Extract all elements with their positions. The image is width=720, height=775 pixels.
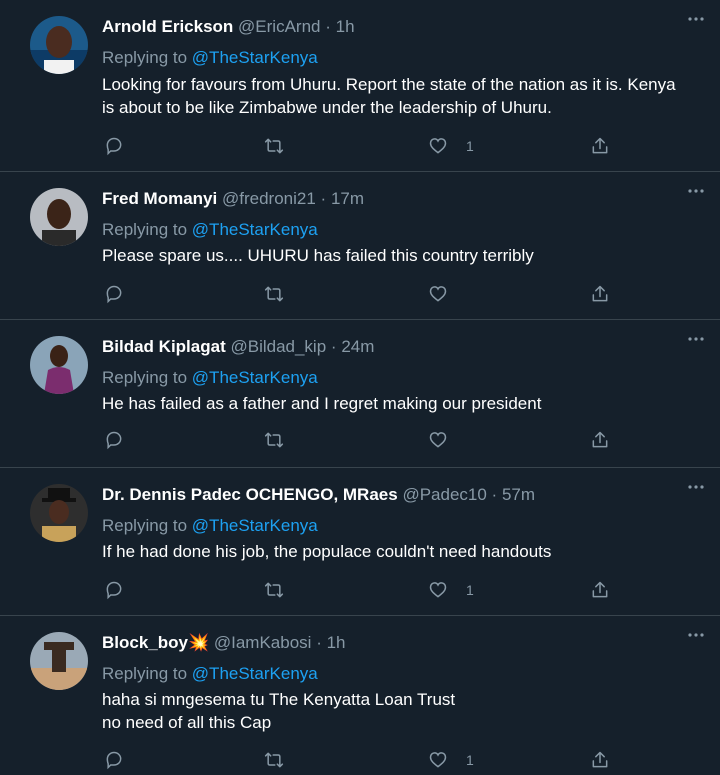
timestamp[interactable]: 1h — [336, 17, 355, 36]
replying-to: Replying to @TheStarKenya — [102, 48, 318, 67]
avatar[interactable] — [30, 336, 88, 394]
reply-icon — [106, 751, 122, 770]
like-button[interactable]: 1 — [428, 578, 474, 602]
retweet-button[interactable] — [264, 134, 284, 158]
more-icon[interactable] — [686, 628, 706, 642]
like-button[interactable] — [428, 282, 466, 306]
tweet[interactable]: Block_boy💥 @IamKabosi · 1h Replying to @… — [0, 616, 720, 775]
timestamp[interactable]: 57m — [502, 485, 535, 504]
reply-button[interactable] — [104, 134, 124, 158]
more-icon[interactable] — [686, 12, 706, 26]
avatar[interactable] — [30, 484, 88, 542]
timestamp[interactable]: 24m — [341, 337, 374, 356]
like-button[interactable]: 1 — [428, 134, 474, 158]
display-name[interactable]: Dr. Dennis Padec OCHENGO, MRaes — [102, 485, 398, 504]
reply-icon — [106, 581, 122, 600]
tweet[interactable]: Fred Momanyi @fredroni21 · 17m Replying … — [0, 172, 720, 320]
like-icon — [429, 752, 447, 768]
timestamp[interactable]: 1h — [327, 633, 346, 652]
share-button[interactable] — [590, 748, 610, 772]
share-icon — [592, 285, 608, 302]
share-icon — [592, 137, 608, 154]
reply-button[interactable] — [104, 282, 124, 306]
replying-to: Replying to @TheStarKenya — [102, 368, 318, 387]
like-icon — [429, 138, 447, 154]
tweet-header: Fred Momanyi @fredroni21 · 17m — [102, 189, 365, 208]
mention-link[interactable]: @TheStarKenya — [192, 220, 318, 239]
retweet-button[interactable] — [264, 428, 284, 452]
reply-button[interactable] — [104, 748, 124, 772]
tweet-text: haha si mngesema tu The Kenyatta Loan Tr… — [102, 690, 456, 732]
avatar[interactable] — [30, 188, 88, 246]
display-name[interactable]: Arnold Erickson — [102, 17, 233, 36]
mention-link[interactable]: @TheStarKenya — [192, 516, 318, 535]
replying-to: Replying to @TheStarKenya — [102, 664, 318, 683]
tweet-header: Bildad Kiplagat @Bildad_kip · 24m — [102, 337, 375, 356]
share-button[interactable] — [590, 282, 610, 306]
tweet-header: Arnold Erickson @EricArnd · 1h — [102, 17, 355, 36]
more-icon[interactable] — [686, 184, 706, 198]
retweet-button[interactable] — [264, 282, 284, 306]
replying-to: Replying to @TheStarKenya — [102, 516, 318, 535]
share-icon — [592, 431, 608, 448]
share-icon — [592, 751, 608, 768]
tweet-text: Please spare us.... UHURU has failed thi… — [102, 246, 534, 265]
retweet-icon — [264, 432, 284, 448]
like-count: 1 — [466, 582, 474, 598]
user-handle[interactable]: @IamKabosi — [214, 633, 312, 652]
tweet-header: Block_boy💥 @IamKabosi · 1h — [102, 633, 346, 652]
retweet-icon — [264, 752, 284, 768]
tweet-text: If he had done his job, the populace cou… — [102, 542, 552, 561]
tweet-actions: 1 — [102, 578, 622, 602]
reply-button[interactable] — [104, 428, 124, 452]
display-name[interactable]: Fred Momanyi — [102, 189, 217, 208]
retweet-icon — [264, 582, 284, 598]
reply-icon — [106, 137, 122, 156]
reply-icon — [106, 285, 122, 304]
mention-link[interactable]: @TheStarKenya — [192, 368, 318, 387]
tweet-actions — [102, 282, 622, 306]
user-handle[interactable]: @Bildad_kip — [230, 337, 326, 356]
user-handle[interactable]: @fredroni21 — [222, 189, 316, 208]
tweet-text: Looking for favours from Uhuru. Report t… — [102, 75, 676, 117]
like-icon — [429, 582, 447, 598]
mention-link[interactable]: @TheStarKenya — [192, 48, 318, 67]
share-button[interactable] — [590, 428, 610, 452]
like-button[interactable] — [428, 428, 466, 452]
more-icon[interactable] — [686, 480, 706, 494]
tweet-actions: 1 — [102, 748, 622, 772]
like-icon — [429, 286, 447, 302]
reply-button[interactable] — [104, 578, 124, 602]
retweet-icon — [264, 286, 284, 302]
display-name[interactable]: Block_boy💥 — [102, 633, 209, 652]
share-icon — [592, 581, 608, 598]
tweet-header: Dr. Dennis Padec OCHENGO, MRaes @Padec10… — [102, 485, 536, 504]
mention-link[interactable]: @TheStarKenya — [192, 664, 318, 683]
tweet-text: He has failed as a father and I regret m… — [102, 394, 542, 413]
like-icon — [429, 432, 447, 448]
like-count: 1 — [466, 752, 474, 768]
user-handle[interactable]: @EricArnd — [238, 17, 320, 36]
timestamp[interactable]: 17m — [331, 189, 364, 208]
retweet-button[interactable] — [264, 748, 284, 772]
retweet-icon — [264, 138, 284, 154]
like-count: 1 — [466, 138, 474, 154]
tweet[interactable]: Bildad Kiplagat @Bildad_kip · 24m Replyi… — [0, 320, 720, 468]
share-button[interactable] — [590, 134, 610, 158]
retweet-button[interactable] — [264, 578, 284, 602]
share-button[interactable] — [590, 578, 610, 602]
tweet[interactable]: Dr. Dennis Padec OCHENGO, MRaes @Padec10… — [0, 468, 720, 616]
user-handle[interactable]: @Padec10 — [402, 485, 486, 504]
tweet-actions — [102, 428, 622, 452]
display-name[interactable]: Bildad Kiplagat — [102, 337, 226, 356]
more-icon[interactable] — [686, 332, 706, 346]
avatar[interactable] — [30, 16, 88, 74]
replying-to: Replying to @TheStarKenya — [102, 220, 318, 239]
like-button[interactable]: 1 — [428, 748, 474, 772]
avatar[interactable] — [30, 632, 88, 690]
reply-icon — [106, 431, 122, 450]
tweet-actions: 1 — [102, 134, 622, 158]
tweet[interactable]: Arnold Erickson @EricArnd · 1h Replying … — [0, 0, 720, 172]
